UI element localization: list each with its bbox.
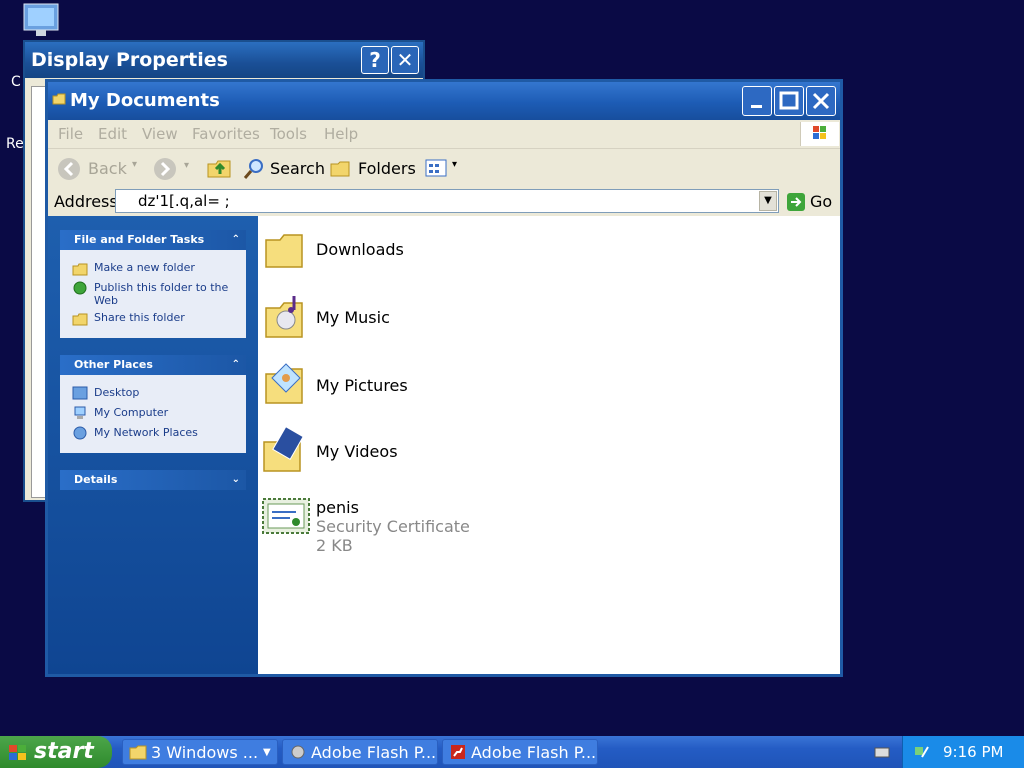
desktop-icon-label-fragment: Re [6,136,24,152]
search-button[interactable]: Search [242,155,325,183]
taskbar-button-adobe-flash-1[interactable]: Adobe Flash P... [282,739,438,765]
window-title: Display Properties [31,49,228,71]
views-icon [425,159,447,177]
videos-folder-icon [263,426,304,472]
keyboard-icon[interactable] [874,744,890,758]
file-type: Security Certificate [316,517,470,536]
file-folder-tasks-header[interactable]: File and Folder Tasks ⌃ [60,230,246,250]
system-tray: 9:16 PM [902,736,1024,768]
collapse-chevron-icon[interactable]: ⌃ [232,355,240,375]
network-places-icon [73,426,87,440]
menu-file[interactable]: File [58,125,83,143]
dropdown-arrow-icon: ▼ [263,747,271,758]
other-places-header[interactable]: Other Places ⌃ [60,355,246,375]
new-folder-icon [72,263,88,276]
forward-arrow-icon [154,158,176,180]
taskbar-button-windows-group[interactable]: 3 Windows ... ▼ [122,739,278,765]
chevron-down-icon: ▼ [764,195,772,206]
collapse-chevron-icon[interactable]: ⌃ [232,230,240,250]
place-my-computer[interactable]: My Computer [94,406,168,419]
taskbar-button-adobe-flash-2[interactable]: Adobe Flash P... [442,739,598,765]
folders-button[interactable]: Folders [328,155,416,183]
dropdown-arrow-icon: ▾ [184,160,190,171]
close-button[interactable]: ✕ [391,46,419,74]
list-item[interactable]: My Videos [262,426,462,476]
up-folder-button[interactable] [206,155,232,183]
search-icon [243,159,263,179]
list-item[interactable]: My Pictures [264,360,464,408]
address-dropdown-button[interactable]: ▼ [759,191,777,211]
help-button[interactable]: ? [361,46,389,74]
task-share-folder[interactable]: Share this folder [94,311,185,324]
file-name: penis [316,498,359,517]
publish-web-icon [73,281,87,295]
folder-icon [129,745,147,760]
maximize-icon [779,91,799,110]
other-places-panel: Desktop My Computer My Network Places [60,375,246,453]
window-title: My Documents [70,90,220,111]
my-documents-window[interactable]: My Documents File Edit View Favorites To… [45,79,843,677]
windows-logo-icon [9,745,26,760]
windows-logo-icon [800,122,839,146]
desktop-computer-icon[interactable] [20,2,68,40]
expand-chevron-icon[interactable]: ⌄ [232,470,240,490]
menu-view[interactable]: View [142,125,178,143]
menu-favorites[interactable]: Favorites [192,125,260,143]
my-documents-titlebar[interactable]: My Documents [48,82,840,120]
desktop-icon [72,386,88,400]
go-arrow-icon [787,193,805,211]
back-arrow-icon [58,158,80,180]
menu-help[interactable]: Help [324,125,358,143]
standard-toolbar: Back ▾ ▾ Search Folders ▾ [48,148,840,189]
desktop-icon-label-fragment: C [11,74,21,90]
file-folder-tasks-panel: Make a new folder Publish this folder to… [60,250,246,338]
place-desktop[interactable]: Desktop [94,386,139,399]
list-item[interactable]: Downloads [264,230,464,274]
dropdown-arrow-icon: ▾ [132,159,138,170]
my-computer-icon [74,406,86,419]
flash-icon [451,745,465,759]
maximize-button[interactable] [774,86,804,116]
minimize-icon [751,105,762,108]
address-input[interactable]: dz'1[.q,al= ; [115,189,779,213]
close-icon: ✕ [396,48,414,72]
list-item[interactable]: penis Security Certificate 2 KB [262,488,502,555]
menu-bar: File Edit View Favorites Tools Help [48,120,840,148]
clock[interactable]: 9:16 PM [943,736,1003,768]
dropdown-arrow-icon: ▾ [452,159,458,170]
task-make-new-folder[interactable]: Make a new folder [94,261,195,274]
task-pane: File and Folder Tasks ⌃ Make a new folde… [48,216,258,674]
go-button[interactable]: Go [786,190,836,214]
close-icon [812,92,830,110]
minimize-button[interactable] [742,86,772,116]
place-my-network-places[interactable]: My Network Places [94,426,198,439]
menu-tools[interactable]: Tools [270,125,307,143]
pictures-folder-icon [265,363,303,404]
details-header[interactable]: Details ⌄ [60,470,246,490]
folder-icon [265,234,303,268]
folders-icon [330,161,350,177]
certificate-icon [262,498,310,534]
task-publish-folder[interactable]: Publish this folder to the Web [94,281,234,307]
folder-icon [52,93,66,105]
file-list: Downloads My Music My Pictures My Videos… [258,216,840,674]
back-button[interactable]: Back ▾ [56,155,142,183]
views-button[interactable]: ▾ [424,155,464,183]
menu-edit[interactable]: Edit [98,125,127,143]
music-folder-icon [265,296,303,338]
file-size: 2 KB [316,536,353,555]
forward-button[interactable]: ▾ [152,156,192,184]
address-label: Address [54,192,118,211]
up-folder-icon [207,160,231,178]
network-status-icon[interactable] [913,743,931,761]
share-folder-icon [72,313,88,326]
flash-player-icon [291,745,305,759]
list-item[interactable]: My Music [264,294,464,342]
start-button[interactable]: start [0,736,112,768]
address-bar: Address dz'1[.q,al= ; ▼ Go [48,188,840,216]
close-button[interactable] [806,86,836,116]
